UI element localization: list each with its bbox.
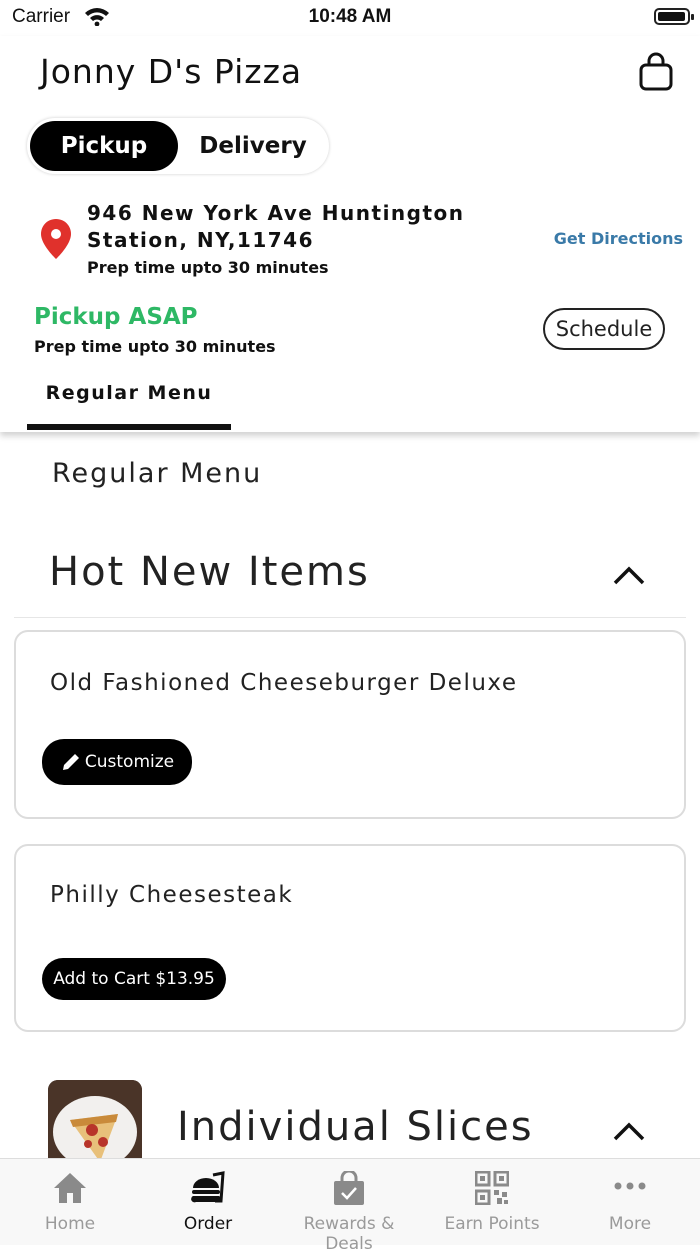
tab-earn-points[interactable]: Earn Points [422,1159,562,1245]
tab-order[interactable]: Order [138,1159,278,1245]
pickup-delivery-toggle: Pickup Delivery [27,118,329,174]
tab-regular-menu[interactable]: Regular Menu [27,370,231,430]
location-pin-icon [41,219,71,259]
delivery-option[interactable]: Delivery [179,121,327,171]
category-title-individual-slices[interactable]: Individual Slices [177,1104,534,1150]
bottom-tab-bar: Home Order Rewards & Deals Earn Points M… [0,1158,700,1254]
tab-order-label: Order [183,1214,233,1234]
shopping-bag-icon[interactable] [636,52,676,92]
add-to-cart-label: Add to Cart $13.95 [53,969,215,989]
tab-earn-points-label: Earn Points [444,1214,540,1234]
menu-item-card[interactable]: Old Fashioned Cheeseburger Deluxe Custom… [14,630,686,819]
customize-label: Customize [84,752,175,772]
rewards-bag-icon [334,1171,364,1205]
tab-more[interactable]: More [560,1159,700,1245]
category-divider [14,617,686,618]
store-name: Jonny D's Pizza [40,52,303,91]
battery-icon [654,8,694,25]
active-tab-indicator [27,424,231,430]
qr-code-icon [475,1171,509,1205]
tab-home[interactable]: Home [0,1159,140,1245]
menu-title: Regular Menu [52,458,263,489]
more-dots-icon [614,1182,646,1190]
chevron-up-icon[interactable] [612,1120,646,1142]
schedule-button[interactable]: Schedule [543,308,665,350]
home-icon [54,1173,86,1203]
store-header: Jonny D's Pizza Pickup Delivery 946 New … [0,36,700,432]
location-prep-time: Prep time upto 30 minutes [87,258,329,277]
pizza-slice-image [48,1080,142,1170]
pizza-slice-illustration [48,1080,142,1170]
menu-item-card[interactable]: Philly Cheesesteak Add to Cart $13.95 [14,844,686,1032]
menu-item-name: Philly Cheesesteak [50,882,294,908]
pickup-asap-label: Pickup ASAP [34,304,198,330]
tab-rewards-deals[interactable]: Rewards & Deals [279,1159,419,1254]
status-bar: Carrier 10:48 AM [0,0,700,36]
chevron-up-icon[interactable] [612,564,646,586]
menu-item-name: Old Fashioned Cheeseburger Deluxe [50,670,518,696]
store-address: 946 New York Ave Huntington Station, NY,… [87,201,465,252]
pickup-option[interactable]: Pickup [30,121,178,171]
order-icon [191,1171,225,1203]
tab-home-label: Home [44,1214,96,1234]
add-to-cart-button[interactable]: Add to Cart $13.95 [42,958,226,1000]
tab-rewards-label: Rewards & Deals [303,1214,395,1254]
get-directions-link[interactable]: Get Directions [554,229,683,248]
pickup-prep-time: Prep time upto 30 minutes [34,337,276,356]
category-title-hot-new-items[interactable]: Hot New Items [49,549,370,595]
tab-regular-menu-label: Regular Menu [45,382,213,404]
pencil-icon [62,754,79,770]
clock: 10:48 AM [308,6,392,27]
customize-button[interactable]: Customize [42,739,192,785]
tab-more-label: More [608,1214,652,1234]
